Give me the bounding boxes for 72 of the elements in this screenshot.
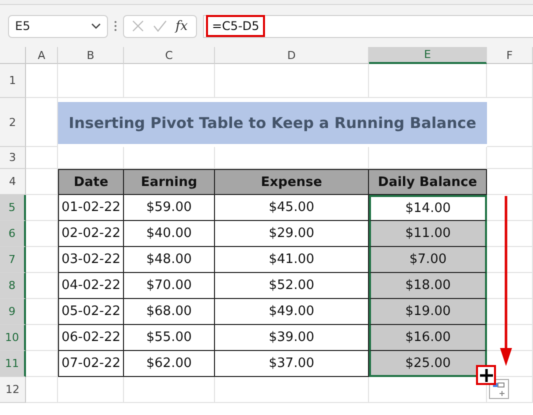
table-cell: $59.00 — [124, 195, 215, 221]
row-header[interactable]: 10 — [0, 325, 26, 351]
row-header[interactable]: 5 — [0, 195, 26, 221]
table-cell: $55.00 — [124, 325, 215, 351]
table-cell: 05-02-22 — [58, 299, 124, 325]
table-cell: 04-02-22 — [58, 273, 124, 299]
chevron-down-icon — [91, 23, 101, 29]
table-cell: $29.00 — [215, 221, 369, 247]
table-cell: $62.00 — [124, 351, 215, 377]
empty-cell[interactable] — [487, 98, 533, 147]
sheet-title: Inserting Pivot Table to Keep a Running Balance — [58, 102, 487, 144]
header-cell: Earning — [124, 169, 215, 195]
table-cell[interactable]: $14.00 — [369, 195, 487, 221]
row-header[interactable]: 4 — [0, 169, 26, 195]
row-header[interactable]: 1 — [0, 64, 26, 98]
table-cell: 06-02-22 — [58, 325, 124, 351]
name-box[interactable]: E5 — [8, 14, 108, 38]
formula-text: =C5-D5 — [206, 15, 266, 37]
cancel-icon[interactable] — [132, 20, 144, 32]
empty-cell[interactable] — [369, 64, 487, 98]
check-icon[interactable] — [152, 20, 167, 32]
row-header[interactable]: 3 — [0, 147, 26, 169]
formula-bar[interactable]: =C5-D5 — [203, 14, 533, 38]
row-header[interactable]: 9 — [0, 299, 26, 325]
column-header[interactable]: B — [58, 47, 124, 64]
table-cell: $48.00 — [124, 247, 215, 273]
table-cell: $70.00 — [124, 273, 215, 299]
header-cell: Daily Balance — [369, 169, 487, 195]
table-cell: 03-02-22 — [58, 247, 124, 273]
empty-cell[interactable] — [487, 147, 533, 169]
empty-cell[interactable] — [58, 64, 124, 98]
table-cell[interactable]: $16.00 — [369, 325, 487, 351]
column-header[interactable]: D — [215, 47, 369, 64]
header-cell: Date — [58, 169, 124, 195]
insert-function-button[interactable]: fx — [176, 18, 188, 34]
empty-cell[interactable] — [215, 377, 369, 403]
table-cell[interactable]: $18.00 — [369, 273, 487, 299]
header-cell: Expense — [215, 169, 369, 195]
table-cell[interactable]: $7.00 — [369, 247, 487, 273]
table-cell: $39.00 — [215, 325, 369, 351]
empty-cell[interactable] — [215, 64, 369, 98]
row-header[interactable]: 6 — [0, 221, 26, 247]
empty-cell[interactable] — [124, 377, 215, 403]
table-cell: $37.00 — [215, 351, 369, 377]
empty-cell[interactable] — [487, 64, 533, 98]
row-header[interactable]: 11 — [0, 351, 26, 377]
column-header[interactable]: C — [124, 47, 215, 64]
empty-cell[interactable] — [58, 377, 124, 403]
table-cell[interactable]: $11.00 — [369, 221, 487, 247]
column-header[interactable]: E — [369, 47, 487, 64]
table-cell: 07-02-22 — [58, 351, 124, 377]
table-cell: 02-02-22 — [58, 221, 124, 247]
table-cell[interactable]: $25.00 — [369, 351, 487, 377]
row-header[interactable]: 12 — [0, 377, 26, 403]
column-header[interactable]: F — [487, 47, 533, 64]
table-cell: 01-02-22 — [58, 195, 124, 221]
row-header[interactable]: 8 — [0, 273, 26, 299]
more-icon[interactable] — [114, 20, 117, 32]
fill-handle-cursor[interactable] — [476, 365, 496, 385]
column-header[interactable]: A — [26, 47, 58, 64]
table-cell: $49.00 — [215, 299, 369, 325]
empty-cell[interactable] — [124, 64, 215, 98]
table-cell: $41.00 — [215, 247, 369, 273]
select-all-corner[interactable] — [0, 47, 26, 64]
table-cell[interactable]: $19.00 — [369, 299, 487, 325]
table-cell: $68.00 — [124, 299, 215, 325]
row-header[interactable]: 7 — [0, 247, 26, 273]
table-cell: $52.00 — [215, 273, 369, 299]
table-cell: $45.00 — [215, 195, 369, 221]
table-cell: $40.00 — [124, 221, 215, 247]
row-header[interactable]: 2 — [0, 98, 26, 147]
plus-icon — [480, 368, 492, 382]
